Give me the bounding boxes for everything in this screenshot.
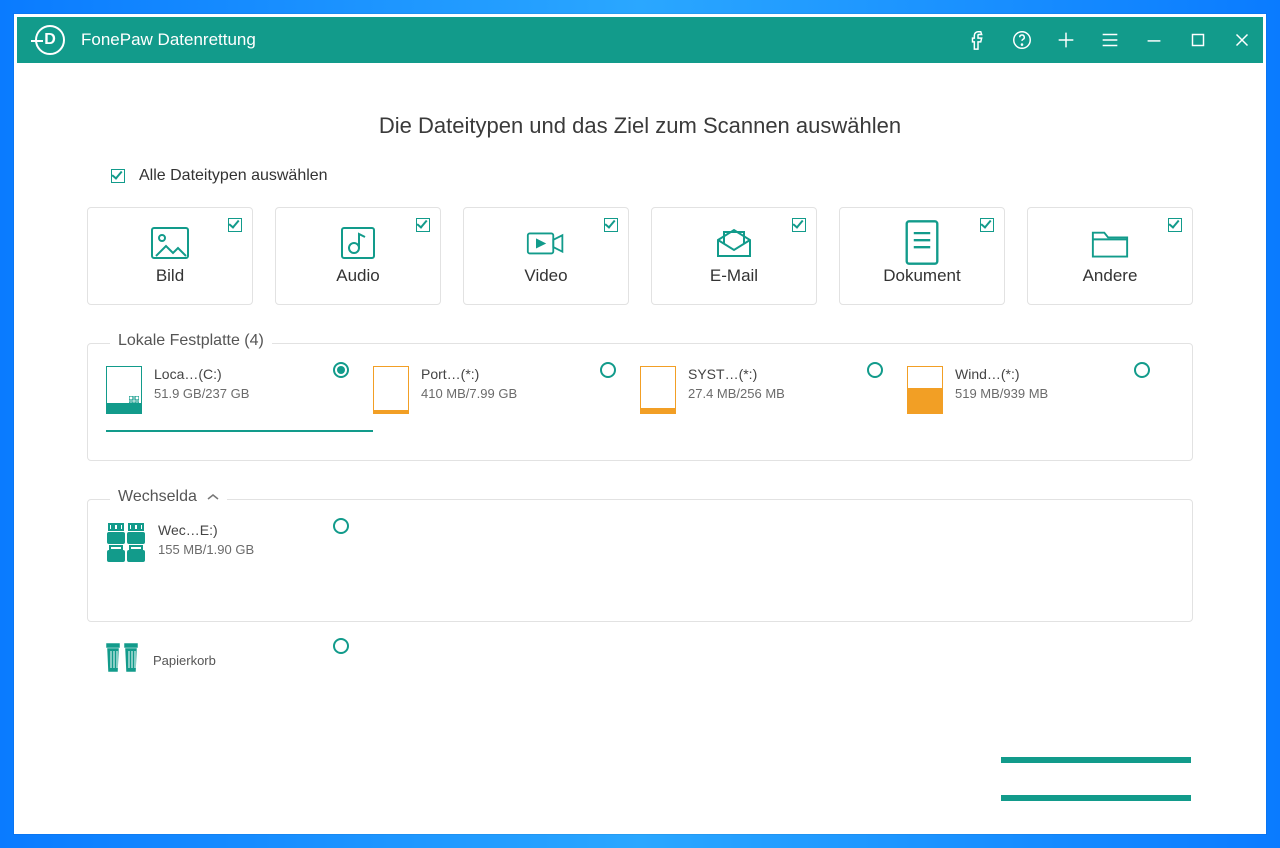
disk-name: SYST…(*:) — [688, 366, 785, 382]
bin-area: Papierkorb — [87, 636, 1193, 679]
filetype-label: E-Mail — [710, 266, 758, 286]
filetype-card-document[interactable]: Dokument — [839, 207, 1005, 305]
titlebar-actions — [967, 29, 1253, 51]
add-icon[interactable] — [1055, 29, 1077, 51]
filetype-card-audio[interactable]: Audio — [275, 207, 441, 305]
disk-name: Loca…(C:) — [154, 366, 249, 382]
email-icon — [714, 226, 754, 260]
local-disks-legend: Lokale Festplatte (4) — [110, 332, 272, 350]
titlebar: D FonePaw Datenrettung — [17, 17, 1263, 63]
drive-fill — [641, 408, 675, 413]
page-headline: Die Dateitypen und das Ziel zum Scannen … — [87, 113, 1193, 139]
filetype-label: Video — [524, 266, 567, 286]
disk-radio[interactable] — [1134, 362, 1150, 378]
app-title: FonePaw Datenrettung — [81, 30, 256, 50]
removable-row: Wec…E:) 155 MB/1.90 GB — [106, 522, 1174, 571]
filetype-checkbox[interactable] — [792, 218, 806, 232]
select-all-row[interactable]: Alle Dateitypen auswählen — [111, 167, 1193, 185]
disk-radio[interactable] — [600, 362, 616, 378]
select-all-checkbox[interactable] — [111, 169, 125, 183]
select-all-label: Alle Dateitypen auswählen — [139, 167, 328, 185]
bar-top — [1001, 757, 1191, 763]
recycle-bin-item[interactable]: Papierkorb — [105, 642, 373, 679]
filetype-label: Bild — [156, 266, 184, 286]
disk-item-portable[interactable]: Port…(*:) 410 MB/7.99 GB — [373, 366, 640, 432]
help-icon[interactable] — [1011, 29, 1033, 51]
disk-size: 155 MB/1.90 GB — [158, 542, 254, 557]
disk-size: 519 MB/939 MB — [955, 386, 1048, 401]
minimize-button[interactable] — [1143, 29, 1165, 51]
filetype-card-other[interactable]: Andere — [1027, 207, 1193, 305]
drive-icon — [373, 366, 409, 414]
disk-item-c[interactable]: Loca…(C:) 51.9 GB/237 GB — [106, 366, 373, 432]
filetype-checkbox[interactable] — [980, 218, 994, 232]
disk-size: 51.9 GB/237 GB — [154, 386, 249, 401]
drive-icon — [106, 366, 142, 414]
chevron-up-icon[interactable] — [207, 488, 219, 506]
filetype-row: Bild Audio Video — [87, 207, 1193, 305]
filetype-label: Audio — [336, 266, 379, 286]
video-icon — [526, 226, 566, 260]
filetype-checkbox[interactable] — [228, 218, 242, 232]
bin-label: Papierkorb — [153, 653, 216, 668]
bar-bottom — [1001, 795, 1191, 801]
windows-icon — [129, 393, 139, 403]
image-icon — [150, 226, 190, 260]
disk-item-windows[interactable]: Wind…(*:) 519 MB/939 MB — [907, 366, 1174, 432]
disk-radio[interactable] — [333, 362, 349, 378]
local-disks-group: Lokale Festplatte (4) Loca…(C:) 51.9 GB/… — [87, 343, 1193, 461]
content-area: Die Dateitypen und das Ziel zum Scannen … — [17, 63, 1263, 679]
local-disks-row: Loca…(C:) 51.9 GB/237 GB Port…(*:) 410 M… — [106, 366, 1174, 432]
facebook-icon[interactable] — [967, 29, 989, 51]
drive-icon — [907, 366, 943, 414]
filetype-label: Andere — [1083, 266, 1138, 286]
scan-button-area[interactable] — [1001, 757, 1191, 801]
usb-drives-icon — [106, 522, 146, 571]
app-window: D FonePaw Datenrettung — [14, 14, 1266, 834]
disk-radio[interactable] — [333, 518, 349, 534]
audio-icon — [338, 226, 378, 260]
filetype-card-email[interactable]: E-Mail — [651, 207, 817, 305]
filetype-card-image[interactable]: Bild — [87, 207, 253, 305]
removable-group: Wechselda — [87, 499, 1193, 622]
drive-icon — [640, 366, 676, 414]
filetype-card-video[interactable]: Video — [463, 207, 629, 305]
disk-name: Wind…(*:) — [955, 366, 1048, 382]
disk-size: 410 MB/7.99 GB — [421, 386, 517, 401]
disk-radio[interactable] — [867, 362, 883, 378]
disk-name: Wec…E:) — [158, 522, 254, 538]
drive-fill — [374, 410, 408, 413]
menu-icon[interactable] — [1099, 29, 1121, 51]
maximize-button[interactable] — [1187, 29, 1209, 51]
filetype-checkbox[interactable] — [1168, 218, 1182, 232]
app-logo-icon: D — [35, 25, 65, 55]
disk-item-removable-e[interactable]: Wec…E:) 155 MB/1.90 GB — [106, 522, 373, 571]
folder-icon — [1090, 226, 1130, 260]
removable-legend: Wechselda — [110, 488, 227, 506]
removable-legend-text: Wechselda — [118, 488, 197, 505]
disk-size: 27.4 MB/256 MB — [688, 386, 785, 401]
bin-radio[interactable] — [333, 638, 349, 654]
close-button[interactable] — [1231, 29, 1253, 51]
document-icon — [902, 226, 942, 260]
filetype-checkbox[interactable] — [604, 218, 618, 232]
trash-icon — [105, 642, 141, 679]
filetype-checkbox[interactable] — [416, 218, 430, 232]
drive-fill — [908, 388, 942, 413]
disk-name: Port…(*:) — [421, 366, 517, 382]
disk-item-system[interactable]: SYST…(*:) 27.4 MB/256 MB — [640, 366, 907, 432]
filetype-label: Dokument — [883, 266, 960, 286]
